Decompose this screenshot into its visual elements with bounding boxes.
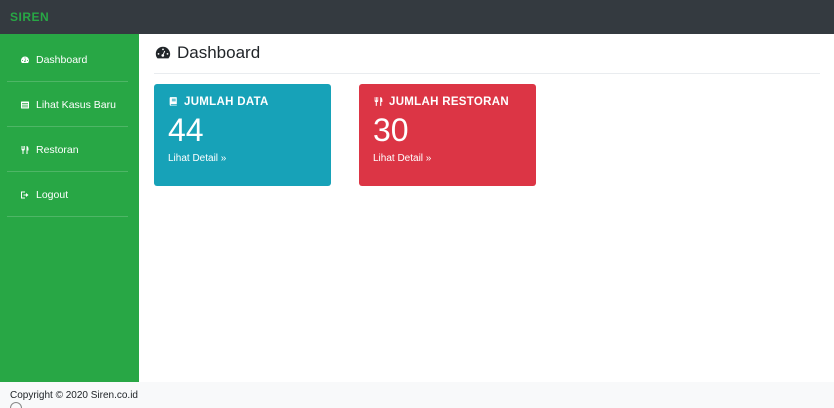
card-value: 30 [373,112,409,148]
list-icon [19,99,31,111]
copyright-text: Copyright © 2020 Siren.co.id [10,390,138,401]
card-value: 44 [168,112,204,148]
footer: Copyright © 2020 Siren.co.id [0,382,834,408]
sidebar-item-label: Lihat Kasus Baru [36,98,116,111]
sidebar-item-label: Dashboard [36,53,88,66]
sidebar-item-restoran[interactable]: Restoran [7,128,128,172]
book-icon [168,96,180,108]
card-header: JUMLAH DATA [168,96,317,108]
sidebar-item-dashboard[interactable]: Dashboard [7,38,128,82]
card-title: JUMLAH RESTORAN [389,96,509,108]
page-title: Dashboard [154,43,260,63]
lihat-detail-link[interactable]: Lihat Detail » [373,153,431,164]
sidebar: Dashboard Lihat Kasus Baru Restoran Logo… [0,34,139,382]
lihat-detail-link[interactable]: Lihat Detail » [168,153,226,164]
logout-icon [19,189,31,201]
sidebar-item-logout[interactable]: Logout [7,173,128,217]
top-navbar: SIREN [0,0,834,34]
card-jumlah-restoran: JUMLAH RESTORAN 30 Lihat Detail » [359,84,536,186]
brand-logo[interactable]: SIREN [10,10,49,24]
sidebar-item-label: Logout [36,188,69,201]
sidebar-item-label: Restoran [36,143,79,156]
tachometer-icon [154,44,172,62]
page-title-text: Dashboard [177,43,261,62]
card-jumlah-data: JUMLAH DATA 44 Lihat Detail » [154,84,331,186]
card-header: JUMLAH RESTORAN [373,96,522,108]
scroll-indicator [10,402,22,408]
title-divider [154,73,820,74]
sidebar-item-lihat-kasus-baru[interactable]: Lihat Kasus Baru [7,83,128,127]
card-title: JUMLAH DATA [184,96,269,108]
dashboard-icon [19,54,31,66]
utensils-icon [19,144,31,156]
utensils-icon [373,96,385,108]
